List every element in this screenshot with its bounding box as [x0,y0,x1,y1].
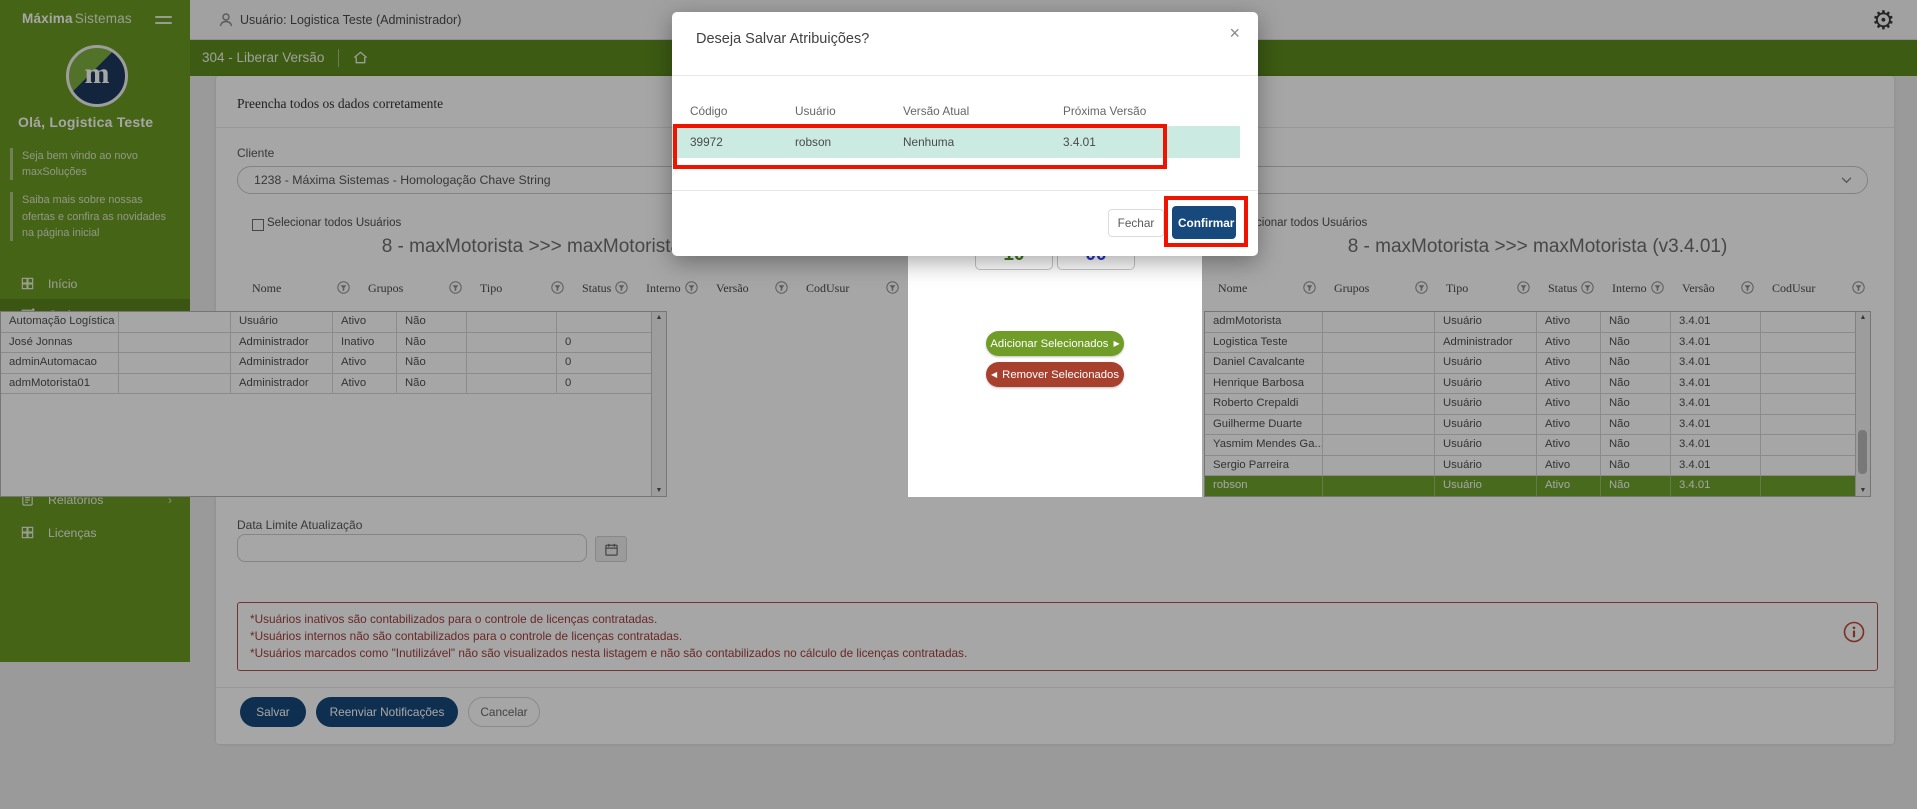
add-selected-label: Adicionar Selecionados [990,337,1109,350]
divider [672,190,1258,191]
modal-table-row [672,126,1240,158]
modal-title: Deseja Salvar Atribuições? [696,31,870,47]
modal-col-codigo: Código [690,104,728,118]
arrow-left-icon: ◀ [991,369,998,379]
transfer-zone: 10 00 Adicionar Selecionados ▶ ◀ Remover… [908,240,1202,497]
confirmation-modal: Deseja Salvar Atribuições? × Código Usuá… [672,12,1258,256]
close-icon[interactable]: × [1229,24,1240,42]
modal-col-versao-atual: Versão Atual [903,104,970,118]
arrow-right-icon: ▶ [1113,338,1120,348]
modal-cell-usuario: robson [795,135,832,149]
remove-selected-button[interactable]: ◀ Remover Selecionados [986,362,1124,387]
add-selected-button[interactable]: Adicionar Selecionados ▶ [986,331,1124,356]
fechar-button[interactable]: Fechar [1108,209,1164,237]
remove-selected-label: Remover Selecionados [1002,368,1119,381]
modal-cell-proxima-versao: 3.4.01 [1063,135,1096,149]
app-root: Máxima Sistemas m Olá, Logistica Teste Se… [0,0,1917,809]
confirmar-button[interactable]: Confirmar [1172,206,1236,239]
modal-cell-versao-atual: Nenhuma [903,135,955,149]
modal-col-usuario: Usuário [795,104,836,118]
divider [672,75,1258,76]
modal-col-proxima-versao: Próxima Versão [1063,104,1147,118]
modal-cell-codigo: 39972 [690,135,723,149]
